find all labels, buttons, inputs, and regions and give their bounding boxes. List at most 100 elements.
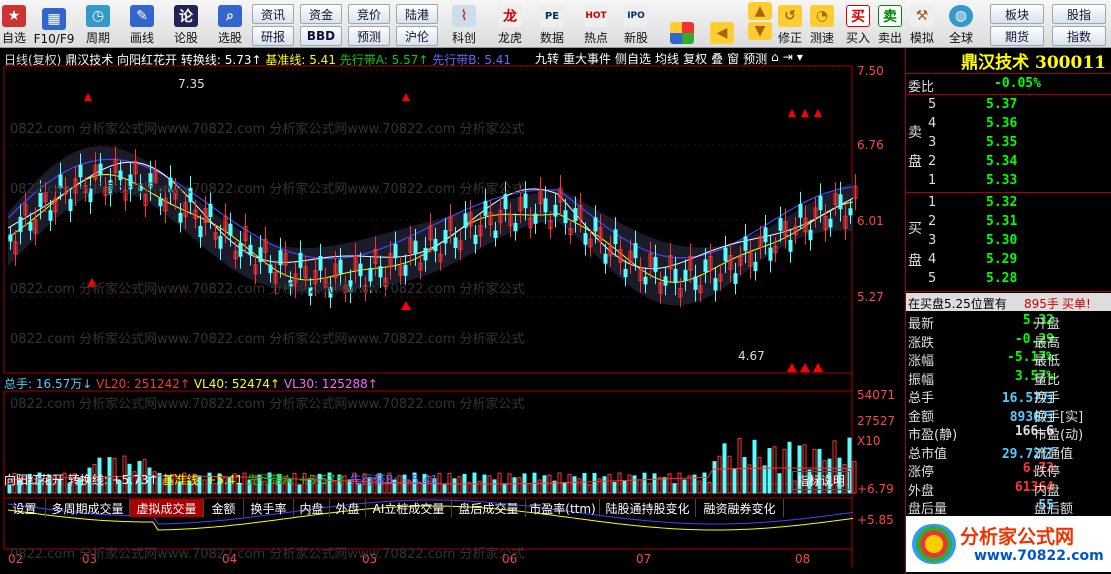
candle-body [723,247,728,262]
tab-pe-ttm[interactable]: 市盈率(ttm) [526,499,600,517]
ind-signal-triangle [402,93,410,101]
stat-row: 金额 8936万 换手[实] [906,406,1111,425]
toolbar-kechuang[interactable]: ⌇ 科创 [446,2,482,46]
buy-row-1[interactable]: 1 5.32 [906,195,1111,214]
tab-neipan[interactable]: 内盘 [294,499,330,517]
btn-qihuo[interactable]: 期货 [990,26,1044,46]
toolbar-f10[interactable]: ▦ F10/F9 [32,2,76,46]
home-icon[interactable]: ⌂ [771,50,779,67]
btn-die[interactable]: 叠 [711,50,723,67]
buy-row-4[interactable]: 4 5.29 [906,252,1111,271]
sell-row-1[interactable]: 1 5.33 [906,173,1111,192]
buy-row-2[interactable]: 2 5.31 [906,214,1111,233]
sell-row-3[interactable]: 3 5.35 [906,135,1111,154]
btn-chuang[interactable]: 窗 [727,50,739,67]
volume-bar [537,479,542,494]
pin-icon[interactable]: ⇥ [783,50,793,67]
toolbar-xingu[interactable]: IPO 新股 [618,2,654,46]
buy-signal-triangle [401,301,411,310]
btn-zhongda[interactable]: 重大事件 [563,50,611,67]
sell-row-5[interactable]: 5 5.37 [906,97,1111,116]
chevron-down-icon[interactable]: ▾ [797,50,803,67]
candle-body [543,198,548,213]
btn-bankuai[interactable]: 板块 [990,4,1044,24]
stat-label-right: 量比 [1034,372,1061,388]
stat-label: 市盈(静) [908,428,958,443]
toolbar-redian[interactable]: HOT 热点 [578,2,614,46]
toolbar-draw[interactable]: ✎ 画线 [124,2,160,46]
btn-yanbao[interactable]: 研报 [252,26,294,46]
volume-bar [642,472,647,494]
toolbar-buy[interactable]: 买买入 [844,2,872,46]
toolbar-layout[interactable] [668,2,696,46]
stat-row: 涨跌 -0.29 最高 [906,332,1111,351]
grid-icon [670,22,694,44]
toolbar-quanqiu[interactable]: ◍ 全球 [944,2,978,46]
toolbar-lungu[interactable]: 论论股 [168,2,204,46]
sell-row-2[interactable]: 2 5.34 [906,154,1111,173]
btn-cezixuan[interactable]: 侧自选 [615,50,651,67]
volume-bar [617,472,622,494]
tab-turnover[interactable]: 换手率 [244,499,294,517]
indicator-help-button[interactable]: 指标说明 [792,471,851,490]
toolbar-moni[interactable]: ⚒ 模拟 [908,2,936,46]
volume-bar [777,473,782,494]
volume-bar [582,472,587,494]
volume-bar [477,480,482,494]
kline-chart-area[interactable]: 日线(复权) 鼎汉技术 向阳红花开 转换线: 5.73↑ 基准线: 5.41 先… [0,48,905,572]
ind-signal-triangle [788,109,796,117]
tab-settings[interactable]: 设置 [4,499,46,517]
btn-yuce[interactable]: 预测 [348,26,390,46]
toolbar-shuju[interactable]: PE 数据 [534,2,570,46]
toolbar-back[interactable]: ◀ [708,2,736,46]
tab-lugutong[interactable]: 陆股通持股变化 [600,499,696,517]
tab-multi-period-volume[interactable]: 多周期成交量 [46,499,130,517]
btn-jingjia[interactable]: 竞价 [348,4,390,24]
buy-row-3[interactable]: 3 5.30 [906,233,1111,252]
toolbar-updown[interactable]: ▲ ▼ [746,2,774,46]
btn-jiuzhuan[interactable]: 九转 [535,50,559,67]
candle-body [463,213,468,228]
btn-fuquan[interactable]: 复权 [683,50,707,67]
ind-xianA: 先行带A: +5.57↑ [246,473,346,487]
btn-zixun[interactable]: 资讯 [252,4,294,24]
btn-guzhi[interactable]: 股指 [1052,4,1106,24]
volume-bar [632,475,637,494]
toolbar-zixuan[interactable]: ★ 自选 [0,2,28,46]
tab-ai-volume[interactable]: AI立桩成交量 [366,499,452,517]
candle-body [513,222,518,232]
tab-waipan[interactable]: 外盘 [330,499,366,517]
sell-row-4[interactable]: 4 5.36 [906,116,1111,135]
tab-virtual-volume[interactable]: 虚拟成交量 [130,499,204,517]
btn-lugang[interactable]: 陆港 [396,4,438,24]
stat-row: 最新 5.32 开盘 [906,313,1111,332]
btn-hulun[interactable]: 沪伦 [396,26,438,46]
toolbar-cesu[interactable]: ◔ 测速 [808,2,836,46]
volume-bar [447,472,452,494]
watermark-4: 0822.com 分析家公式网www.70822.com 分析家公式网www.7… [10,332,525,347]
btn-zijin[interactable]: 资金 [300,4,342,24]
big-order-banner[interactable]: 在买盘5.25位置有 895手 买单! [906,293,1111,311]
tab-margin[interactable]: 融资融券变化 [696,499,784,517]
btn-yuce-chart[interactable]: 预测 [743,50,767,67]
tab-amount[interactable]: 金额 [204,499,244,517]
indicator-legend: 向阳红花开 转换线: +5.73↑ 基准线: +5.41 先行带A: +5.57… [4,471,438,488]
stat-row: 涨停 6.73 跌停 [906,461,1111,480]
candle-body [258,247,263,262]
volume-bar [667,473,672,494]
tab-after-hours[interactable]: 盘后成交量 [452,499,526,517]
volume-bar [772,446,777,494]
toolbar-xiuzheng[interactable]: ↺ 修正 [776,2,804,46]
toolbar-longhu[interactable]: 龙龙虎 [492,2,528,46]
main-toolbar: ★ 自选 ▦ F10/F9 ◷ 周期 ✎ 画线 论论股 ⌕ 选股 资讯 资金 竞价 陆港 … [0,0,1111,48]
toolbar-xuangu[interactable]: ⌕ 选股 [212,2,248,46]
buy-row-5[interactable]: 5 5.28 [906,271,1111,290]
toolbar-sell[interactable]: 卖卖出 [876,2,904,46]
btn-junxian[interactable]: 均线 [655,50,679,67]
toolbar-period[interactable]: ◷ 周期 [80,2,116,46]
candle-body [48,210,53,221]
weibi-label: 委比 [908,80,935,95]
vol-vl30: VL30: 125288↑ [283,377,378,391]
btn-zhishu[interactable]: 指数 [1052,26,1106,46]
btn-bbd[interactable]: BBD [300,26,342,46]
